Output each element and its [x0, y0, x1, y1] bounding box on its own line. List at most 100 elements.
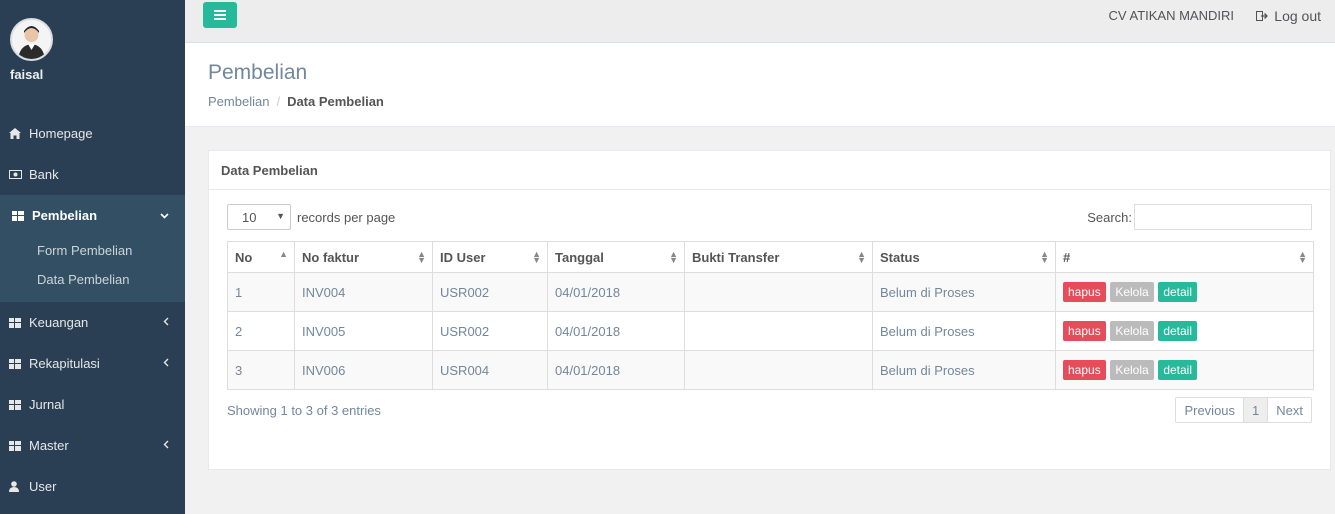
sidebar-item-jurnal[interactable]: Jurnal	[0, 384, 185, 425]
column-header-no[interactable]: No ▲	[227, 241, 295, 273]
delete-button[interactable]: hapus	[1063, 282, 1106, 302]
sort-asc-icon: ▲	[279, 249, 288, 259]
chevron-left-icon	[163, 358, 169, 370]
menu-toggle-button[interactable]	[203, 2, 237, 28]
sidebar-item-label: Pembelian	[32, 208, 98, 223]
submenu-item-data-pembelian[interactable]: Data Pembelian	[0, 265, 185, 294]
sidebar-menu-lower: Keuangan Rekapitulasi Jurnal Master User	[0, 302, 185, 507]
company-name: CV ATIKAN MANDIRI	[1108, 8, 1234, 23]
cell-actions: hapus Kelola detail	[1055, 272, 1314, 312]
page-length-select[interactable]: 10 ▼	[227, 204, 291, 230]
sidebar-item-homepage[interactable]: Homepage	[0, 113, 185, 154]
cell-status: Belum di Proses	[872, 350, 1056, 390]
sort-icon: ▲ ▼	[857, 249, 866, 265]
cell-status: Belum di Proses	[872, 272, 1056, 312]
chevron-left-icon	[163, 317, 169, 329]
sidebar-menu: Homepage Bank	[0, 113, 185, 195]
column-header-bukti-transfer[interactable]: Bukti Transfer ▲ ▼	[684, 241, 873, 273]
caret-down-icon: ▼	[276, 211, 285, 221]
delete-button[interactable]: hapus	[1063, 321, 1106, 341]
column-header-label: No	[235, 249, 253, 265]
previous-button[interactable]: Previous	[1176, 398, 1243, 422]
search-input[interactable]	[1134, 204, 1312, 230]
sidebar-item-label: Keuangan	[29, 315, 89, 330]
panel-title: Data Pembelian	[209, 151, 1330, 190]
table-info: Showing 1 to 3 of 3 entries	[227, 403, 381, 418]
sidebar-item-bank[interactable]: Bank	[0, 154, 185, 195]
search-label: Search:	[1087, 209, 1132, 225]
sidebar-item-label: User	[29, 479, 57, 494]
sidebar-item-rekapitulasi[interactable]: Rekapitulasi	[0, 343, 185, 384]
column-header-tanggal[interactable]: Tanggal ▲ ▼	[547, 241, 685, 273]
data-table: No ▲ No faktur ▲ ▼ ID User ▲ ▼ Tanggal ▲ ▼ Bukt…	[227, 241, 1314, 390]
table-icon	[9, 317, 29, 328]
table-icon	[9, 440, 29, 451]
column-header-label: Status	[880, 249, 920, 265]
sidebar-group-pembelian: Pembelian Form Pembelian Data Pembelian	[0, 195, 185, 302]
manage-button[interactable]: Kelola	[1110, 360, 1154, 380]
page-length-value: 10	[242, 209, 257, 225]
cell-no: 1	[227, 272, 295, 312]
cell-id-user: USR004	[432, 350, 548, 390]
breadcrumb: Pembelian / Data Pembelian	[208, 94, 384, 109]
sort-icon: ▲ ▼	[1298, 249, 1307, 265]
profile-name: faisal	[10, 67, 44, 82]
detail-button[interactable]: detail	[1158, 360, 1197, 380]
user-icon	[9, 481, 29, 492]
cell-actions: hapus Kelola detail	[1055, 311, 1314, 351]
column-header-status[interactable]: Status ▲ ▼	[872, 241, 1056, 273]
logout-link[interactable]: Log out	[1256, 8, 1321, 24]
detail-button[interactable]: detail	[1158, 282, 1197, 302]
next-button[interactable]: Next	[1268, 398, 1311, 422]
sidebar-item-master[interactable]: Master	[0, 425, 185, 466]
avatar[interactable]	[10, 18, 53, 61]
cell-bukti-transfer	[684, 272, 873, 312]
page-header: Pembelian Pembelian / Data Pembelian	[185, 43, 1335, 127]
table-row: 2 INV005 USR002 04/01/2018 Belum di Pros…	[227, 311, 1314, 351]
sort-icon: ▲ ▼	[1040, 249, 1049, 265]
cell-tanggal: 04/01/2018	[547, 311, 685, 351]
money-icon	[9, 170, 29, 179]
cell-bukti-transfer	[684, 350, 873, 390]
column-header-actions[interactable]: # ▲ ▼	[1055, 241, 1314, 273]
chevron-left-icon	[163, 440, 169, 452]
column-header-label: No faktur	[302, 249, 360, 265]
sidebar-item-label: Homepage	[29, 126, 93, 141]
cell-id-user: USR002	[432, 272, 548, 312]
table-row: 1 INV004 USR002 04/01/2018 Belum di Pros…	[227, 272, 1314, 312]
manage-button[interactable]: Kelola	[1110, 321, 1154, 341]
cell-no: 2	[227, 311, 295, 351]
sidebar-item-pembelian[interactable]: Pembelian	[0, 195, 185, 236]
length-control: 10 ▼ records per page	[227, 204, 395, 230]
sidebar-item-label: Rekapitulasi	[29, 356, 100, 371]
sort-icon: ▲ ▼	[532, 249, 541, 265]
column-header-label: ID User	[440, 249, 486, 265]
sort-icon: ▲ ▼	[669, 249, 678, 265]
column-header-label: #	[1063, 249, 1071, 265]
column-header-id-user[interactable]: ID User ▲ ▼	[432, 241, 548, 273]
cell-no: 3	[227, 350, 295, 390]
table-icon	[12, 210, 32, 221]
breadcrumb-link[interactable]: Pembelian	[208, 94, 269, 109]
sign-out-icon	[1256, 8, 1269, 24]
records-per-page-label: records per page	[297, 209, 396, 225]
submenu-item-form-pembelian[interactable]: Form Pembelian	[0, 236, 185, 265]
sidebar-item-user[interactable]: User	[0, 466, 185, 507]
column-header-no-faktur[interactable]: No faktur ▲ ▼	[294, 241, 433, 273]
column-header-label: Bukti Transfer	[692, 249, 780, 265]
cell-no-faktur: INV005	[294, 311, 433, 351]
logout-label: Log out	[1274, 8, 1321, 24]
sidebar-item-label: Master	[29, 438, 69, 453]
sidebar-item-keuangan[interactable]: Keuangan	[0, 302, 185, 343]
table-header-row: No ▲ No faktur ▲ ▼ ID User ▲ ▼ Tanggal ▲ ▼ Bukt…	[227, 241, 1314, 273]
detail-button[interactable]: detail	[1158, 321, 1197, 341]
profile: faisal	[0, 0, 185, 111]
pagination: Previous 1 Next	[1175, 397, 1312, 423]
page-1-button[interactable]: 1	[1243, 398, 1269, 422]
manage-button[interactable]: Kelola	[1110, 282, 1154, 302]
table-icon	[9, 399, 29, 410]
page-title: Pembelian	[208, 61, 308, 84]
cell-actions: hapus Kelola detail	[1055, 350, 1314, 390]
hamburger-icon	[214, 8, 226, 23]
delete-button[interactable]: hapus	[1063, 360, 1106, 380]
